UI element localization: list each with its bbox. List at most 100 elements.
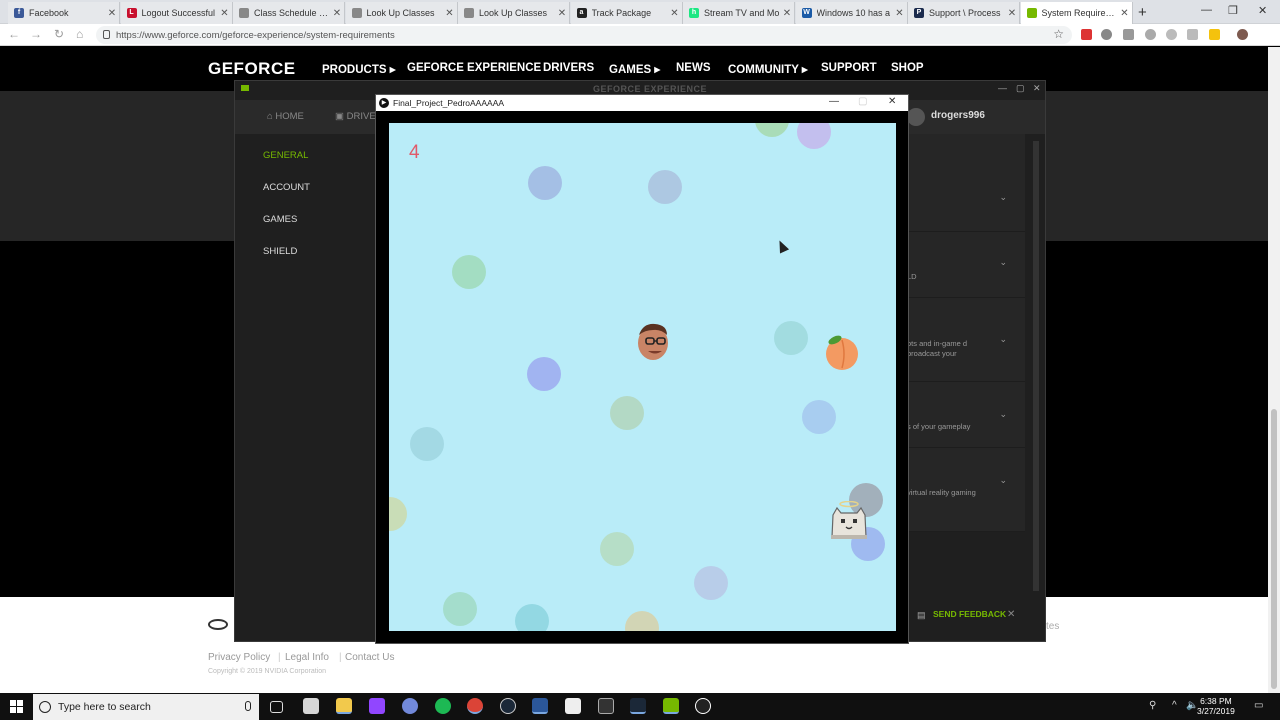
privacy-policy-link[interactable]: Privacy Policy	[208, 652, 270, 663]
close-tab-icon[interactable]: ✕	[555, 8, 569, 19]
game-minimize-button[interactable]: —	[829, 96, 839, 107]
gfe-maximize-button[interactable]: ▢	[1016, 83, 1025, 94]
gfe-scrollbar[interactable]	[1033, 141, 1039, 591]
avatar[interactable]	[907, 108, 925, 126]
scrollbar-thumb[interactable]	[1271, 409, 1277, 689]
contact-us-link[interactable]: Contact Us	[345, 652, 394, 663]
extension-icon[interactable]	[1166, 29, 1177, 40]
sidebar-item-shield[interactable]: SHIELD	[263, 246, 297, 257]
reload-icon[interactable]: ↻	[54, 27, 64, 41]
gfe-minimize-button[interactable]: —	[998, 83, 1007, 93]
chevron-up-icon[interactable]: ^	[1172, 700, 1177, 711]
sidebar-item-general[interactable]: GENERAL	[263, 150, 308, 161]
microphone-icon[interactable]	[245, 701, 251, 711]
close-tab-icon[interactable]: ✕	[105, 8, 119, 19]
nvidia-icon[interactable]	[663, 698, 679, 714]
close-tab-icon[interactable]: ✕	[1005, 8, 1019, 19]
browser-tab[interactable]: L Logout Successful ✕	[120, 2, 233, 24]
close-tab-icon[interactable]: ✕	[443, 8, 457, 19]
legal-info-link[interactable]: Legal Info	[285, 652, 329, 663]
chevron-down-icon[interactable]: ⌄	[999, 192, 1007, 203]
browser-tab[interactable]: f Facebook ✕	[8, 2, 120, 24]
calculator-icon[interactable]	[565, 698, 581, 714]
browser-tab[interactable]: Look Up Classes ✕	[345, 2, 458, 24]
sidebar-item-account[interactable]: ACCOUNT	[263, 182, 310, 193]
browser-tab[interactable]: h Stream TV and Mo ✕	[683, 2, 795, 24]
close-tab-icon[interactable]: ✕	[668, 8, 682, 19]
taskbar-search-input[interactable]: Type here to search	[33, 694, 259, 720]
discord-icon[interactable]	[402, 698, 418, 714]
bookmark-star-icon[interactable]: ☆	[1053, 27, 1064, 41]
gfe-tab-home[interactable]: ⌂ HOME	[267, 111, 304, 122]
extension-icon[interactable]	[1101, 29, 1112, 40]
forward-icon[interactable]: →	[30, 27, 42, 41]
gfe-close-button[interactable]: ✕	[1033, 83, 1041, 94]
chevron-down-icon[interactable]: ⌄	[999, 334, 1007, 345]
close-tab-icon[interactable]: ✕	[780, 8, 794, 19]
geforce-logo[interactable]: GEFORCE	[208, 59, 296, 79]
page-scrollbar[interactable]	[1268, 47, 1280, 693]
twitch-icon[interactable]	[369, 698, 385, 714]
send-feedback-button[interactable]: SEND FEEDBACK	[933, 609, 1006, 619]
app-icon[interactable]	[598, 698, 614, 714]
settings-row[interactable]: virtual reality gaming ⌄	[905, 448, 1025, 532]
processing-icon[interactable]	[695, 698, 711, 714]
nav-products[interactable]: PRODUCTS ▸	[322, 62, 396, 76]
steam-icon[interactable]	[500, 698, 516, 714]
close-tab-icon[interactable]: ✕	[330, 8, 344, 19]
settings-row[interactable]: ots and in-game d broadcast your ⌄	[905, 298, 1025, 382]
settings-row[interactable]: s of your gameplay ⌄	[905, 382, 1025, 448]
game-close-button[interactable]: ✕	[888, 96, 896, 107]
home-icon[interactable]: ⌂	[76, 27, 83, 41]
browser-tab[interactable]: Class Schedule List ✕	[233, 2, 345, 24]
close-tab-icon[interactable]: ✕	[893, 8, 907, 19]
browser-tab[interactable]: Look Up Classes ✕	[458, 2, 570, 24]
chevron-down-icon[interactable]: ⌄	[999, 475, 1007, 486]
gfe-username[interactable]: drogers996	[931, 110, 985, 121]
chevron-down-icon[interactable]: ⌄	[999, 409, 1007, 420]
nav-news[interactable]: NEWS	[676, 62, 711, 74]
nav-geforce-experience[interactable]: GEFORCE EXPERIENCE	[407, 62, 541, 74]
game-canvas[interactable]: 4	[389, 123, 896, 631]
cast-icon[interactable]	[1123, 29, 1134, 40]
game-maximize-button[interactable]: ▢	[858, 96, 867, 107]
nav-games[interactable]: GAMES ▸	[609, 62, 660, 76]
nav-shop[interactable]: SHOP	[891, 62, 924, 74]
chevron-down-icon[interactable]: ⌄	[999, 257, 1007, 268]
nav-drivers[interactable]: DRIVERS	[543, 62, 594, 74]
browser-maximize-button[interactable]: ❐	[1228, 4, 1238, 17]
extension-icon[interactable]	[1209, 29, 1220, 40]
browser-tab[interactable]: W Windows 10 has a ✕	[795, 2, 908, 24]
profile-avatar[interactable]	[1237, 29, 1248, 40]
extension-icon[interactable]	[1187, 29, 1198, 40]
word-icon[interactable]	[532, 698, 548, 714]
task-view-icon[interactable]	[270, 701, 283, 713]
new-tab-button[interactable]: +	[1138, 4, 1147, 21]
settings-row[interactable]: ⌄	[905, 134, 1025, 232]
nav-support[interactable]: SUPPORT	[821, 62, 877, 74]
adblock-icon[interactable]	[1081, 29, 1092, 40]
browser-tab[interactable]: a Track Package ✕	[570, 2, 683, 24]
notification-icon[interactable]: ▭	[1254, 700, 1263, 711]
file-explorer-icon[interactable]	[336, 698, 352, 714]
close-feedback-icon[interactable]: ✕	[1007, 609, 1015, 620]
close-tab-icon[interactable]: ✕	[218, 8, 232, 19]
browser-tab[interactable]: System Requireme ✕	[1020, 2, 1133, 24]
nav-community[interactable]: COMMUNITY ▸	[728, 62, 808, 76]
steam-icon[interactable]	[630, 698, 646, 714]
close-tab-icon[interactable]: ✕	[1118, 8, 1132, 19]
browser-tab[interactable]: P Support \ Process ✕	[908, 2, 1020, 24]
browser-minimize-button[interactable]: —	[1201, 4, 1212, 16]
settings-row[interactable]: LD ⌄	[905, 232, 1025, 298]
snipping-tool-icon[interactable]	[303, 698, 319, 714]
people-icon[interactable]: ⚲	[1149, 700, 1156, 711]
extension-icon[interactable]	[1145, 29, 1156, 40]
sidebar-item-games[interactable]: GAMES	[263, 214, 297, 225]
address-bar[interactable]: https://www.geforce.com/geforce-experien…	[96, 26, 1072, 44]
back-icon[interactable]: ←	[8, 27, 20, 41]
chrome-icon[interactable]	[467, 698, 483, 714]
spotify-icon[interactable]	[435, 698, 451, 714]
taskbar-clock[interactable]: 6:38 PM 3/27/2019	[1197, 696, 1235, 716]
gfe-tab-drivers[interactable]: ▣ DRIVE	[335, 111, 376, 122]
windows-start-icon[interactable]	[10, 700, 23, 713]
